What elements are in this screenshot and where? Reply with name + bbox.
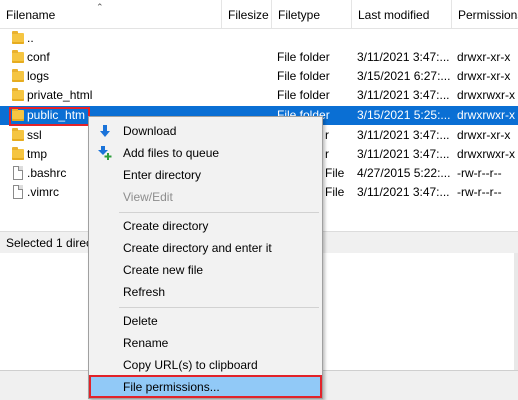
folder-icon <box>10 106 26 125</box>
menu-item-rename[interactable]: Rename <box>91 332 320 354</box>
file-modified: 3/11/2021 3:47:... <box>357 88 450 102</box>
file-name: .. <box>27 31 34 45</box>
file-modified: 4/27/2015 5:22:... <box>357 166 451 180</box>
menu-item-view-edit: View/Edit <box>91 186 320 208</box>
sort-ascending-icon: ⌃ <box>96 2 104 12</box>
column-last-modified[interactable]: Last modified <box>352 0 452 28</box>
column-filesize-label: Filesize <box>228 8 269 22</box>
file-name: private_html <box>27 88 93 102</box>
column-filetype-label: Filetype <box>278 8 321 22</box>
file-type: r <box>325 147 329 161</box>
column-last-modified-label: Last modified <box>358 8 430 22</box>
file-name: conf <box>27 50 50 64</box>
file-permissions: drwxrwxr-x <box>457 88 515 102</box>
menu-item-file-permissions[interactable]: File permissions... <box>91 376 320 398</box>
menu-separator <box>119 212 319 213</box>
file-permissions: drwxr-xr-x <box>457 69 511 83</box>
menu-item-label: Refresh <box>123 285 166 299</box>
file-modified: 3/15/2021 5:25:... <box>357 108 451 122</box>
menu-item-create-new-file[interactable]: Create new file <box>91 259 320 281</box>
file-row-logs[interactable]: logs File folder 3/15/2021 6:27:... drwx… <box>0 67 518 86</box>
folder-icon <box>10 126 26 145</box>
file-modified: 3/11/2021 3:47:... <box>357 128 450 142</box>
column-header: Filename ⌃ Filesize Filetype Last modifi… <box>0 0 518 29</box>
menu-item-label: View/Edit <box>123 190 173 204</box>
menu-item-label: Download <box>123 124 177 138</box>
file-permissions: -rw-r--r-- <box>457 185 502 199</box>
column-permissions[interactable]: Permissions <box>452 0 518 28</box>
file-permissions: drwxr-xr-x <box>457 128 511 142</box>
file-modified: 3/15/2021 6:27:... <box>357 69 451 83</box>
menu-item-label: Create directory and enter it <box>123 241 272 255</box>
menu-item-label: Create new file <box>123 263 204 277</box>
menu-item-label: Add files to queue <box>123 146 220 160</box>
file-type: File <box>325 185 345 199</box>
menu-item-enter-directory[interactable]: Enter directory <box>91 164 320 186</box>
file-type: File folder <box>277 69 330 83</box>
menu-item-label: Copy URL(s) to clipboard <box>123 358 258 372</box>
file-permissions: drwxrwxr-x <box>457 147 515 161</box>
add-to-queue-icon <box>98 146 112 160</box>
menu-item-add-to-queue[interactable]: Add files to queue <box>91 142 320 164</box>
folder-icon <box>10 67 26 86</box>
file-permissions: -rw-r--r-- <box>457 166 502 180</box>
menu-item-label: Rename <box>123 336 169 350</box>
folder-icon <box>10 29 26 48</box>
window-edge <box>514 253 518 370</box>
column-filename-label: Filename <box>6 8 56 22</box>
menu-item-label: Enter directory <box>123 168 202 182</box>
column-permissions-label: Permissions <box>458 8 518 22</box>
file-type: r <box>325 128 329 142</box>
menu-item-create-directory-enter[interactable]: Create directory and enter it <box>91 237 320 259</box>
folder-icon <box>10 145 26 164</box>
file-permissions: drwxr-xr-x <box>457 50 511 64</box>
file-icon <box>10 164 26 183</box>
column-filesize[interactable]: Filesize <box>222 0 272 28</box>
column-filetype[interactable]: Filetype <box>272 0 352 28</box>
context-menu: Download Add files to queue Enter direct… <box>88 116 323 399</box>
menu-item-label: Delete <box>123 314 158 328</box>
file-modified: 3/11/2021 3:47:... <box>357 147 450 161</box>
column-filename[interactable]: Filename ⌃ <box>0 0 222 28</box>
file-icon <box>10 183 26 202</box>
menu-item-label: File permissions... <box>123 380 220 394</box>
file-modified: 3/11/2021 3:47:... <box>357 50 450 64</box>
file-row-conf[interactable]: conf File folder 3/11/2021 3:47:... drwx… <box>0 48 518 67</box>
download-arrow-icon <box>100 125 110 137</box>
menu-item-delete[interactable]: Delete <box>91 310 320 332</box>
file-row-private-html[interactable]: private_html File folder 3/11/2021 3:47:… <box>0 86 518 105</box>
file-permissions: drwxrwxr-x <box>457 108 515 122</box>
file-modified: 3/11/2021 3:47:... <box>357 185 450 199</box>
file-row-parent[interactable]: .. <box>0 29 518 48</box>
folder-icon <box>10 86 26 105</box>
file-type: File folder <box>277 50 330 64</box>
file-type: File <box>325 166 345 180</box>
menu-separator <box>119 307 319 308</box>
menu-item-copy-url[interactable]: Copy URL(s) to clipboard <box>91 354 320 376</box>
file-name: logs <box>27 69 50 83</box>
menu-item-download[interactable]: Download <box>91 120 320 142</box>
status-text: Selected 1 direc <box>6 236 93 250</box>
file-type: File folder <box>277 88 330 102</box>
menu-item-create-directory[interactable]: Create directory <box>91 215 320 237</box>
menu-item-refresh[interactable]: Refresh <box>91 281 320 303</box>
folder-icon <box>10 48 26 67</box>
menu-item-label: Create directory <box>123 219 209 233</box>
